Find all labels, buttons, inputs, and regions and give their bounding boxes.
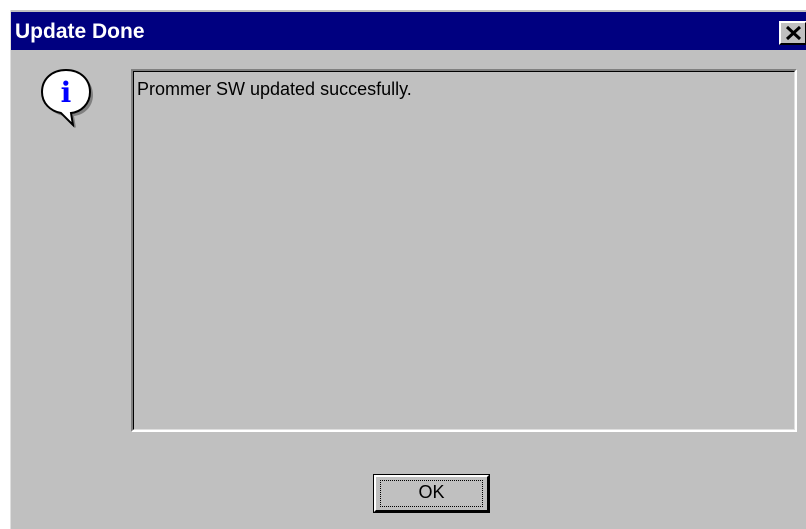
info-glyph: i [61,76,72,109]
title-bar[interactable]: Update Done [11,12,806,50]
message-text: Prommer SW updated succesfully. [137,79,412,99]
update-done-dialog: Update Done i Prommer SW updated succesf… [10,10,806,529]
message-panel-inner: Prommer SW updated succesfully. [133,71,795,430]
close-icon [785,25,802,41]
window-title: Update Done [15,20,145,43]
close-button[interactable] [779,21,806,45]
message-panel: Prommer SW updated succesfully. [131,69,797,432]
ok-button-label: OK [418,482,445,502]
info-icon: i [40,68,93,128]
ok-button[interactable]: OK [373,474,490,513]
